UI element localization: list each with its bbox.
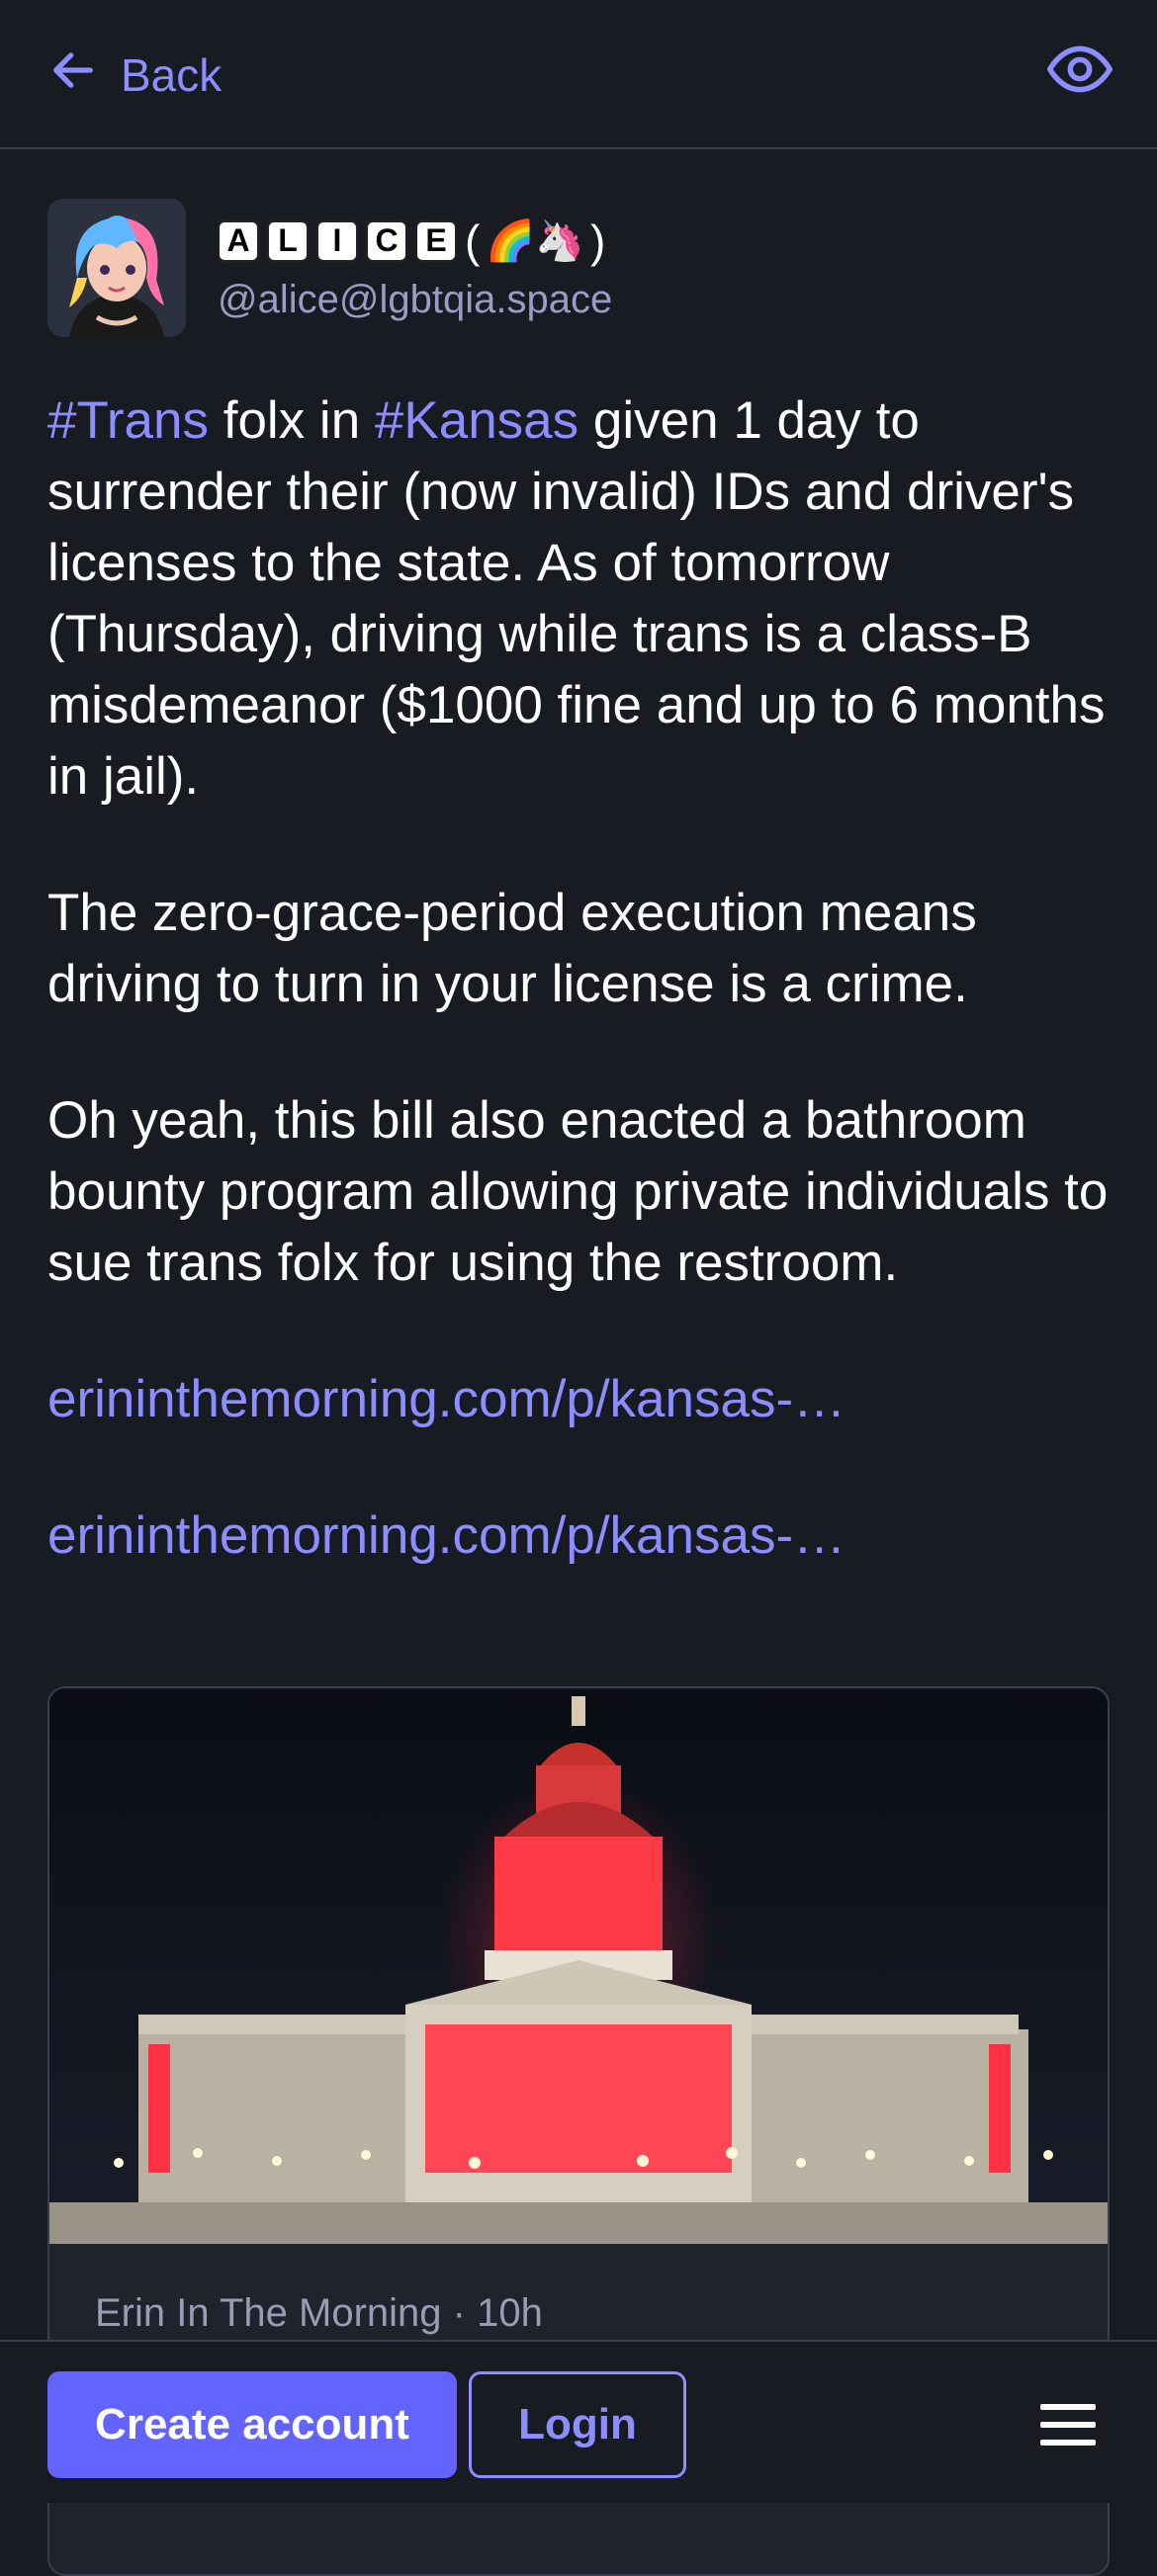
status-paragraph: #Trans folx in #Kansas given 1 day to su… xyxy=(47,386,1115,813)
display-name-letter: I xyxy=(316,219,358,262)
card-image xyxy=(49,1688,1108,2244)
card-meta: Erin In The Morning · 10h xyxy=(95,2291,543,2335)
back-label: Back xyxy=(121,49,222,101)
bottom-bar: Create account Login xyxy=(0,2340,1157,2503)
account-names: A L I C E ( 🌈🦄 ) @alice@lgbtqia.space xyxy=(218,215,612,322)
visibility-toggle-button[interactable] xyxy=(1044,36,1115,107)
login-button[interactable]: Login xyxy=(469,2371,686,2478)
hamburger-menu-icon[interactable] xyxy=(1032,2389,1104,2460)
status-text: given 1 day to surrender their (now inva… xyxy=(47,391,1106,806)
status-content: #Trans folx in #Kansas given 1 day to su… xyxy=(47,386,1115,1637)
account-handle: @alice@lgbtqia.space xyxy=(218,277,613,321)
status-paragraph: Oh yeah, this bill also enacted a bathro… xyxy=(47,1091,1109,1292)
display-name-letter: E xyxy=(415,219,457,262)
display-name-paren-open: ( xyxy=(465,215,481,267)
back-button[interactable]: Back xyxy=(47,40,222,111)
create-account-button[interactable]: Create account xyxy=(47,2371,457,2478)
display-name-letter: C xyxy=(366,219,407,262)
display-name-letter: L xyxy=(267,219,309,262)
display-name-paren-close: ) xyxy=(589,215,606,267)
status-account[interactable]: A L I C E ( 🌈🦄 ) @alice@lgbtqia.space xyxy=(47,199,1115,337)
display-name: A L I C E ( 🌈🦄 ) xyxy=(218,215,612,268)
status-paragraph: erininthemorning.com/p/kansas-… xyxy=(47,1364,1115,1435)
status-text: folx in xyxy=(209,391,375,450)
display-name-emoji: 🌈🦄 xyxy=(486,219,584,263)
hashtag-link[interactable]: #Kansas xyxy=(375,391,578,450)
display-name-letter: A xyxy=(218,219,259,262)
hashtag-link[interactable]: #Trans xyxy=(47,391,209,450)
external-link[interactable]: erininthemorning.com/p/kansas-… xyxy=(47,1501,1115,1572)
arrow-left-icon xyxy=(47,44,99,107)
eye-icon xyxy=(1047,37,1112,107)
top-bar: Back xyxy=(0,0,1157,149)
status-paragraph: erininthemorning.com/p/kansas-… xyxy=(47,1501,1115,1572)
avatar[interactable] xyxy=(47,199,186,337)
status-paragraph: The zero-grace-period execution means dr… xyxy=(47,884,977,1013)
external-link[interactable]: erininthemorning.com/p/kansas-… xyxy=(47,1364,1115,1435)
